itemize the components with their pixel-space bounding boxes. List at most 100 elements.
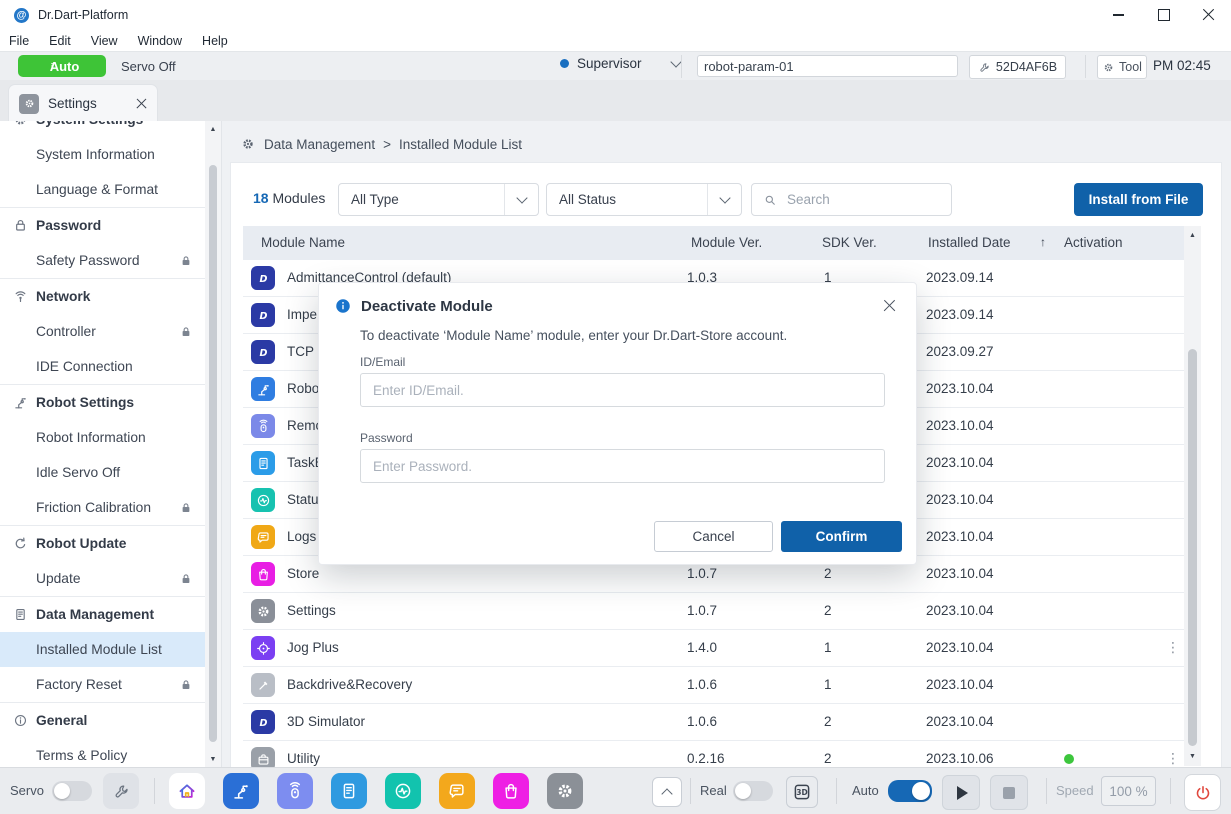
menu-item[interactable]: View [91, 34, 118, 48]
breadcrumb-section[interactable]: Data Management [264, 137, 375, 152]
sidebar-item-label: System Settings [36, 121, 143, 127]
menu-item[interactable]: Edit [49, 34, 71, 48]
table-scrollbar[interactable]: ▲ ▼ [1184, 226, 1201, 766]
table-row[interactable]: Settings 1.0.7 2 2023.10.04 ⋮ [243, 593, 1184, 630]
minimize-button[interactable] [1096, 0, 1141, 30]
scrollbar-thumb[interactable] [1188, 349, 1197, 746]
status-filter-select[interactable]: All Status [546, 183, 742, 216]
row-menu-icon[interactable]: ⋮ [1166, 750, 1180, 767]
scroll-up-icon[interactable]: ▲ [1184, 232, 1201, 239]
title-bar: @ Dr.Dart-Platform [0, 0, 1231, 30]
real-label: Real [700, 783, 727, 798]
module-version: 1.4.0 [687, 640, 717, 655]
dart-module-icon [251, 710, 275, 734]
auto-toggle[interactable] [888, 780, 932, 802]
tool-lock-icon [978, 61, 991, 74]
sidebar-item[interactable]: Friction Calibration [0, 490, 205, 525]
3d-view-button[interactable] [786, 776, 818, 808]
sort-ascending-icon[interactable]: ↑ [1040, 235, 1046, 249]
sidebar-item-label: Robot Update [36, 536, 126, 551]
menu-item[interactable]: File [9, 34, 29, 48]
password-field[interactable] [360, 449, 885, 483]
settings-app-icon[interactable] [547, 773, 583, 809]
sidebar-item[interactable]: Data Management [0, 596, 205, 632]
installed-date: 2023.10.06 [926, 751, 994, 766]
cancel-button[interactable]: Cancel [654, 521, 773, 552]
tool-button[interactable]: Tool [1097, 55, 1147, 79]
store-app-icon[interactable] [493, 773, 529, 809]
sidebar-item[interactable]: Robot Update [0, 525, 205, 561]
divider [154, 778, 155, 804]
sidebar-item[interactable]: General [0, 702, 205, 738]
sidebar-scrollbar[interactable]: ▲ ▼ [205, 121, 221, 768]
type-filter-select[interactable]: All Type [338, 183, 539, 216]
search-input[interactable] [785, 191, 951, 208]
table-row[interactable]: Jog Plus 1.4.0 1 2023.10.04 ⋮ [243, 630, 1184, 667]
divider [836, 778, 837, 804]
role-label: Supervisor [577, 56, 642, 71]
col-module-name[interactable]: Module Name [261, 235, 345, 250]
col-installed-date[interactable]: Installed Date [928, 235, 1011, 250]
sidebar-item[interactable]: System Information [0, 137, 205, 172]
col-sdk-ver[interactable]: SDK Ver. [822, 235, 877, 250]
play-button[interactable] [942, 775, 980, 810]
scroll-up-icon[interactable]: ▲ [205, 126, 221, 133]
scrollbar-thumb[interactable] [209, 165, 217, 742]
device-id-badge[interactable]: 52D4AF6B [969, 55, 1066, 79]
col-activation[interactable]: Activation [1064, 235, 1123, 250]
speed-value[interactable]: 100 % [1101, 776, 1156, 806]
real-toggle[interactable] [733, 781, 773, 801]
power-button[interactable] [1184, 774, 1221, 811]
id-email-field[interactable] [360, 373, 885, 407]
col-module-ver[interactable]: Module Ver. [691, 235, 762, 250]
dialog-message: To deactivate ‘Module Name’ module, ente… [360, 328, 787, 343]
menu-item[interactable]: Help [202, 34, 228, 48]
row-menu-icon[interactable]: ⋮ [1166, 639, 1180, 656]
robot-app-icon[interactable] [223, 773, 259, 809]
home-app-icon[interactable] [169, 773, 205, 809]
robot-param-field[interactable] [697, 55, 958, 77]
tab-settings[interactable]: Settings [8, 84, 158, 122]
sidebar-item[interactable]: Language & Format [0, 172, 205, 207]
sidebar-item[interactable]: Robot Information [0, 420, 205, 455]
maximize-button[interactable] [1141, 0, 1186, 30]
confirm-button[interactable]: Confirm [781, 521, 902, 552]
sidebar-item[interactable]: System Settings [0, 121, 205, 137]
collapse-button[interactable] [652, 777, 682, 807]
scroll-down-icon[interactable]: ▼ [1184, 753, 1201, 760]
sidebar-item[interactable]: Installed Module List [0, 632, 205, 667]
module-version: 1.0.6 [687, 714, 717, 729]
sidebar-item[interactable]: Terms & Policy [0, 738, 205, 768]
servo-toggle[interactable] [52, 781, 92, 801]
dialog-close-icon[interactable] [883, 299, 896, 312]
scroll-down-icon[interactable]: ▼ [205, 756, 221, 763]
divider [1085, 55, 1086, 78]
jog-plus-icon [251, 636, 275, 660]
stop-button[interactable] [990, 775, 1028, 810]
sidebar-item[interactable]: Robot Settings [0, 384, 205, 420]
close-button[interactable] [1186, 0, 1231, 30]
table-row[interactable]: 3D Simulator 1.0.6 2 2023.10.04 ⋮ [243, 704, 1184, 741]
sidebar-item[interactable]: Factory Reset [0, 667, 205, 702]
monitor-app-icon[interactable] [385, 773, 421, 809]
menu-item[interactable]: Window [138, 34, 182, 48]
lock-icon [179, 501, 193, 515]
sidebar-item[interactable]: Password [0, 207, 205, 243]
table-row[interactable]: Backdrive&Recovery 1.0.6 1 2023.10.04 ⋮ [243, 667, 1184, 704]
user-role-dropdown[interactable]: Supervisor [560, 56, 680, 71]
tab-close-icon[interactable] [136, 98, 147, 109]
logs-app-icon[interactable] [439, 773, 475, 809]
sidebar-item[interactable]: Update [0, 561, 205, 596]
sidebar-item[interactable]: Controller [0, 314, 205, 349]
sidebar-item[interactable]: Safety Password [0, 243, 205, 278]
3d-icon [790, 780, 814, 804]
sidebar-item[interactable]: Network [0, 278, 205, 314]
install-from-file-button[interactable]: Install from File [1074, 183, 1203, 216]
sidebar-item[interactable]: IDE Connection [0, 349, 205, 384]
app-logo-icon: @ [14, 8, 29, 23]
jog-tool-button[interactable] [103, 773, 139, 809]
sidebar-item-label: Password [36, 218, 101, 233]
sidebar-item[interactable]: Idle Servo Off [0, 455, 205, 490]
remote-app-icon[interactable] [277, 773, 313, 809]
task-app-icon[interactable] [331, 773, 367, 809]
